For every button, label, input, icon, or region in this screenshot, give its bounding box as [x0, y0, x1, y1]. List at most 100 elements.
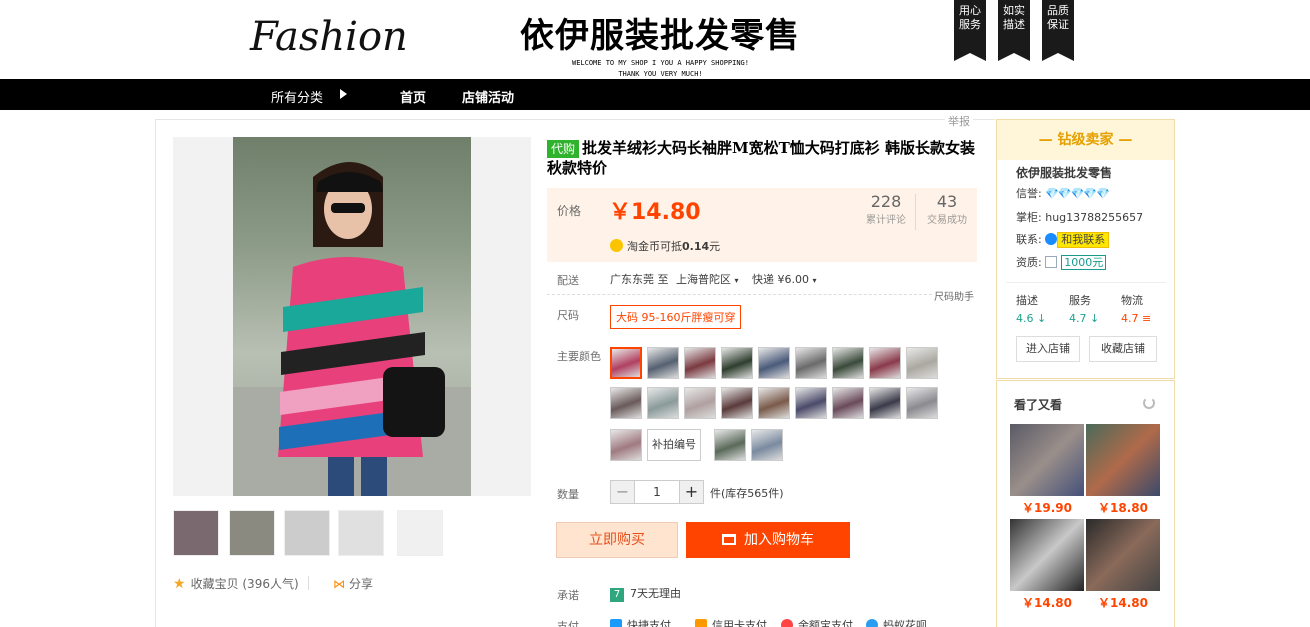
color-option[interactable] — [714, 429, 746, 461]
seven-day-text: 7天无理由 — [630, 587, 681, 600]
also-viewed-item-3[interactable] — [1010, 519, 1084, 591]
credit-card-icon — [695, 619, 707, 627]
thumbnail-2[interactable] — [229, 510, 275, 556]
owner-label: 掌柜: — [1016, 211, 1042, 224]
seven-day-icon: 7 — [610, 588, 624, 602]
add-to-cart-button[interactable]: 加入购物车 — [686, 522, 850, 558]
wangwang-icon — [1045, 233, 1058, 245]
nav-all-categories[interactable]: 所有分类 — [271, 87, 323, 106]
quantity-stepper: − 1 + — [610, 480, 704, 504]
pay-quick[interactable]: 快捷支付 — [610, 617, 671, 627]
quantity-decrease-button[interactable]: − — [611, 481, 635, 503]
shop-nav-bar: 所有分类 首页 店铺活动 — [0, 79, 1310, 110]
color-option-text[interactable]: 补拍编号 — [647, 429, 701, 461]
dsr-description-value: 4.6 ↓ — [1016, 312, 1047, 325]
color-option[interactable] — [869, 387, 901, 419]
color-label: 主要颜色 — [557, 350, 601, 363]
also-viewed-item-1[interactable] — [1010, 424, 1084, 496]
color-option[interactable] — [610, 387, 642, 419]
coin-icon — [610, 239, 623, 252]
color-option[interactable] — [758, 347, 790, 379]
also-viewed-item-2[interactable] — [1086, 424, 1160, 496]
share-button[interactable]: ⋈ 分享 — [333, 575, 373, 592]
size-label: 尺码 — [557, 309, 579, 322]
pay-huabei[interactable]: 蚂蚁花呗 — [866, 617, 927, 627]
taobao-coin-info: 淘金币可抵0.14元 — [610, 238, 720, 254]
deals-count-stat[interactable]: 43 交易成功 — [919, 192, 975, 226]
color-option[interactable] — [684, 347, 716, 379]
report-link[interactable]: 举报 — [945, 113, 973, 129]
color-option[interactable] — [795, 387, 827, 419]
quantity-increase-button[interactable]: + — [679, 481, 703, 503]
deposit-label: 资质: — [1016, 256, 1042, 269]
also-viewed-price-4: ￥14.80 — [1098, 596, 1148, 610]
svg-text:Fashion: Fashion — [249, 14, 408, 60]
refresh-icon[interactable] — [1143, 397, 1155, 409]
shipping-label: 配送 — [557, 274, 579, 287]
dsr-description: 描述 4.6 ↓ — [1016, 292, 1046, 325]
shop-logo[interactable]: Fashion — [248, 8, 418, 64]
review-count-label: 累计评论 — [866, 215, 906, 226]
color-option[interactable] — [758, 387, 790, 419]
chevron-down-icon: ▾ — [734, 276, 739, 285]
favorite-shop-button[interactable]: 收藏店铺 — [1089, 336, 1157, 362]
thumbnail-1[interactable] — [173, 510, 219, 556]
seven-day-return[interactable]: 7 7天无理由 — [610, 585, 681, 602]
also-viewed-item-4[interactable] — [1086, 519, 1160, 591]
deposit-badge[interactable]: 1000元 — [1061, 255, 1107, 270]
seller-owner: 掌柜: hug13788255657 — [1016, 209, 1143, 225]
buy-now-button[interactable]: 立即购买 — [556, 522, 678, 558]
collect-item[interactable]: ★ 收藏宝贝 (396人气) — [173, 575, 299, 592]
cart-icon — [722, 534, 736, 545]
pay-yuebao[interactable]: 余额宝支付 — [781, 617, 853, 627]
divider — [308, 576, 309, 590]
thumbnail-3[interactable] — [284, 510, 330, 556]
payment-label: 支付 — [557, 620, 579, 627]
color-option[interactable] — [832, 387, 864, 419]
size-helper-link[interactable]: 尺码助手 — [934, 288, 974, 303]
color-option[interactable] — [832, 347, 864, 379]
seller-name[interactable]: 依伊服装批发零售 — [1016, 164, 1112, 181]
ship-to-select[interactable]: 上海普陀区 ▾ — [676, 273, 739, 286]
quantity-input[interactable]: 1 — [635, 485, 679, 499]
color-option[interactable] — [647, 347, 679, 379]
contact-seller-button[interactable]: 和我联系 — [1057, 232, 1110, 248]
enter-shop-button[interactable]: 进入店铺 — [1016, 336, 1080, 362]
promise-badge-service: 用心服务 — [954, 0, 986, 61]
dsr-description-label: 描述 — [1016, 294, 1038, 307]
shop-header: Fashion 依伊服装批发零售 WELCOME TO MY SHOP I YO… — [0, 0, 1310, 78]
color-option[interactable] — [684, 387, 716, 419]
dsr-service-value: 4.7 ↓ — [1069, 312, 1100, 325]
review-count-stat[interactable]: 228 累计评论 — [857, 192, 915, 226]
thumbnail-5[interactable] — [397, 510, 443, 556]
dsr-service: 服务 4.7 ↓ — [1069, 292, 1099, 325]
deals-count: 43 — [936, 192, 958, 211]
thumbnail-4[interactable] — [338, 510, 384, 556]
contact-label: 联系: — [1016, 233, 1042, 246]
color-option[interactable] — [610, 347, 642, 379]
main-product-image[interactable] — [173, 137, 531, 496]
ship-from: 广东东莞 至 — [610, 273, 669, 286]
color-option[interactable] — [610, 429, 642, 461]
color-option[interactable] — [906, 387, 938, 419]
price-label: 价格 — [557, 204, 582, 218]
quantity-label: 数量 — [557, 488, 579, 501]
color-option[interactable] — [795, 347, 827, 379]
color-option[interactable] — [751, 429, 783, 461]
color-option[interactable] — [906, 347, 938, 379]
color-option[interactable] — [647, 387, 679, 419]
seller-level: — 钻级卖家 — — [997, 120, 1174, 160]
pay-credit-card[interactable]: 信用卡支付 — [695, 617, 767, 627]
nav-shop-activity[interactable]: 店铺活动 — [462, 87, 514, 106]
color-option[interactable] — [721, 387, 753, 419]
also-viewed-price-1: ￥19.90 — [1022, 501, 1072, 515]
id-card-icon — [1045, 256, 1058, 268]
nav-home[interactable]: 首页 — [400, 87, 426, 106]
seller-level-text: 钻级卖家 — [1057, 132, 1114, 148]
color-option[interactable] — [721, 347, 753, 379]
size-option-selected[interactable]: 大码 95-160斤胖瘦可穿 — [610, 305, 742, 329]
ship-method-value: 快递 ¥6.00 — [752, 273, 810, 286]
ship-method-select[interactable]: 快递 ¥6.00 ▾ — [752, 273, 817, 286]
dsr-service-label: 服务 — [1069, 294, 1091, 307]
color-option[interactable] — [869, 347, 901, 379]
